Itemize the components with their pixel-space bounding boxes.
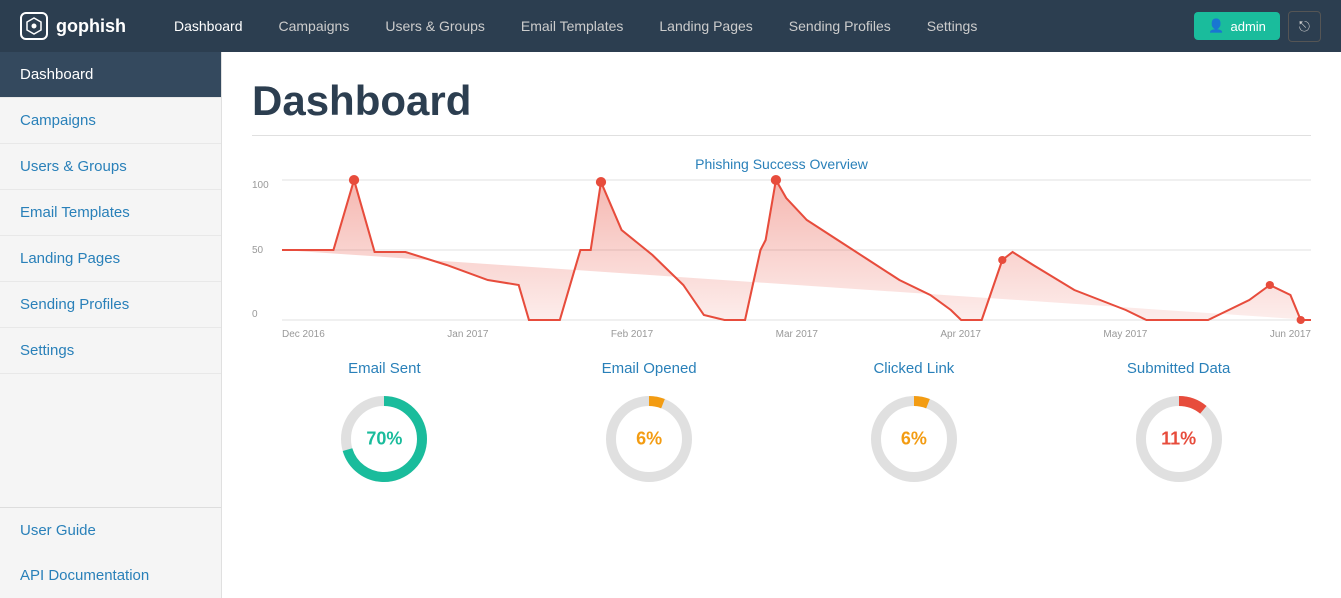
nav-item-email-templates[interactable]: Email Templates <box>503 0 641 52</box>
stat-email-sent: Email Sent 70% <box>252 360 517 489</box>
donut-email-sent: 70% <box>334 389 434 489</box>
chart-title: Phishing Success Overview <box>252 156 1311 172</box>
donut-email-opened: 6% <box>599 389 699 489</box>
x-label-jan2017: Jan 2017 <box>447 329 488 340</box>
admin-button[interactable]: 👤 admin <box>1194 12 1280 40</box>
nav-item-settings[interactable]: Settings <box>909 0 996 52</box>
admin-label: admin <box>1231 19 1266 34</box>
y-label-50: 50 <box>252 245 282 256</box>
x-label-jun2017: Jun 2017 <box>1270 329 1311 340</box>
sidebar-item-sending-profiles[interactable]: Sending Profiles <box>0 282 221 328</box>
chart-container: Phishing Success Overview 100 50 0 <box>252 156 1311 340</box>
donut-value-email-opened: 6% <box>636 429 662 450</box>
divider <box>252 135 1311 136</box>
sidebar-spacer <box>0 374 221 507</box>
brand-icon <box>20 12 48 40</box>
nav-item-users-groups[interactable]: Users & Groups <box>367 0 503 52</box>
sidebar-item-dashboard[interactable]: Dashboard <box>0 52 221 98</box>
sidebar-item-landing-pages[interactable]: Landing Pages <box>0 236 221 282</box>
navbar-right: 👤 admin ⎋ <box>1194 11 1321 42</box>
y-label-100: 100 <box>252 180 282 191</box>
stats-row: Email Sent 70% Email Opened <box>252 360 1311 489</box>
chart-svg: Dec 2016 Jan 2017 Feb 2017 Mar 2017 Apr … <box>282 180 1311 340</box>
nav-item-campaigns[interactable]: Campaigns <box>261 0 368 52</box>
stat-submitted-data: Submitted Data 11% <box>1046 360 1311 489</box>
stat-title-email-sent: Email Sent <box>348 360 421 377</box>
x-axis-labels: Dec 2016 Jan 2017 Feb 2017 Mar 2017 Apr … <box>282 325 1311 340</box>
x-label-feb2017: Feb 2017 <box>611 329 653 340</box>
main-content: Dashboard Phishing Success Overview 100 … <box>222 52 1341 598</box>
sidebar: Dashboard Campaigns Users & Groups Email… <box>0 52 222 598</box>
sidebar-item-email-templates[interactable]: Email Templates <box>0 190 221 236</box>
x-label-may2017: May 2017 <box>1103 329 1147 340</box>
sidebar-item-settings[interactable]: Settings <box>0 328 221 374</box>
x-label-apr2017: Apr 2017 <box>940 329 981 340</box>
nav-item-sending-profiles[interactable]: Sending Profiles <box>771 0 909 52</box>
sidebar-bottom: User Guide API Documentation <box>0 507 221 598</box>
donut-clicked-link: 6% <box>864 389 964 489</box>
sidebar-item-campaigns[interactable]: Campaigns <box>0 98 221 144</box>
navbar: gophish Dashboard Campaigns Users & Grou… <box>0 0 1341 52</box>
donut-value-submitted-data: 11% <box>1161 429 1196 450</box>
stat-clicked-link: Clicked Link 6% <box>782 360 1047 489</box>
sidebar-item-users-groups[interactable]: Users & Groups <box>0 144 221 190</box>
stat-email-opened: Email Opened 6% <box>517 360 782 489</box>
nav-item-landing-pages[interactable]: Landing Pages <box>641 0 770 52</box>
sidebar-item-user-guide[interactable]: User Guide <box>0 508 221 553</box>
stat-title-clicked-link: Clicked Link <box>873 360 954 377</box>
chart-wrapper: 100 50 0 <box>252 180 1311 340</box>
brand-name: gophish <box>56 16 126 37</box>
y-axis-labels: 100 50 0 <box>252 180 282 340</box>
y-label-0: 0 <box>252 309 282 320</box>
sidebar-item-api-docs[interactable]: API Documentation <box>0 553 221 598</box>
brand-logo[interactable]: gophish <box>20 12 126 40</box>
logout-button[interactable]: ⎋ <box>1288 11 1321 42</box>
page-title: Dashboard <box>252 77 1311 125</box>
main-nav: Dashboard Campaigns Users & Groups Email… <box>156 0 1194 52</box>
x-label-mar2017: Mar 2017 <box>776 329 818 340</box>
donut-value-email-sent: 70% <box>366 429 402 450</box>
line-chart-svg <box>282 180 1311 320</box>
donut-submitted-data: 11% <box>1129 389 1229 489</box>
stat-title-email-opened: Email Opened <box>602 360 697 377</box>
main-layout: Dashboard Campaigns Users & Groups Email… <box>0 52 1341 598</box>
nav-item-dashboard[interactable]: Dashboard <box>156 0 261 52</box>
x-label-dec2016: Dec 2016 <box>282 329 325 340</box>
stat-title-submitted-data: Submitted Data <box>1127 360 1230 377</box>
user-icon: 👤 <box>1208 18 1224 34</box>
donut-value-clicked-link: 6% <box>901 429 927 450</box>
